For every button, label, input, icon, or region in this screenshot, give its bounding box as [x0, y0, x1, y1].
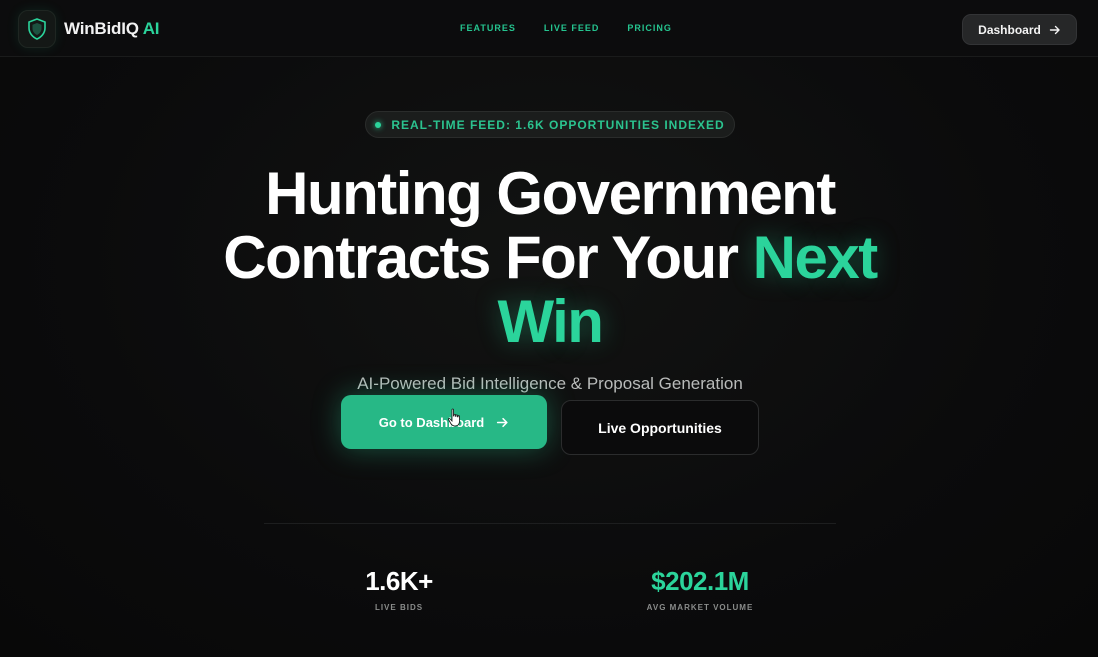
main-nav: FEATURES LIVE FEED PRICING: [460, 23, 672, 33]
headline-line-2-text: Contracts For Your: [223, 224, 739, 291]
go-to-dashboard-button[interactable]: Go to Dashboard: [341, 395, 547, 449]
headline-line-2: Contracts For Your Next: [100, 226, 1000, 290]
live-opportunities-label: Live Opportunities: [598, 419, 722, 436]
nav-live-feed[interactable]: LIVE FEED: [544, 23, 600, 33]
headline-accent-win: Win: [497, 288, 604, 355]
stat-label: LIVE BIDS: [374, 603, 424, 612]
section-divider: [264, 523, 836, 524]
nav-pricing[interactable]: PRICING: [627, 23, 672, 33]
headline-line-1: Hunting Government: [265, 160, 836, 227]
status-dot-icon: [375, 121, 382, 128]
go-to-dashboard-label: Go to Dashboard: [378, 414, 485, 430]
stat-label: AVG MARKET VOLUME: [646, 603, 754, 612]
badge-text: REAL-TIME FEED: 1.6K OPPORTUNITIES INDEX…: [391, 117, 725, 132]
realtime-feed-badge: REAL-TIME FEED: 1.6K OPPORTUNITIES INDEX…: [365, 111, 735, 138]
live-opportunities-button[interactable]: Live Opportunities: [561, 400, 759, 455]
landing-page: WinBidIQ AI FEATURES LIVE FEED PRICING Da…: [0, 0, 1098, 657]
hero-headline: Hunting Government Contracts For Your Ne…: [100, 162, 1000, 354]
stat-value: 1.6K+: [365, 566, 433, 596]
arrow-right-icon: [1049, 25, 1060, 34]
dashboard-button-label: Dashboard: [978, 22, 1041, 37]
pointer-cursor-icon: [448, 408, 460, 427]
dashboard-button[interactable]: Dashboard: [962, 14, 1077, 45]
stat-value: $202.1M: [651, 566, 749, 596]
nav-features[interactable]: FEATURES: [460, 23, 516, 33]
shield-icon: [18, 10, 56, 48]
arrow-right-icon: [497, 417, 508, 427]
stat-live-bids: 1.6K+ LIVE BIDS: [299, 566, 499, 612]
hero-subtitle: AI-Powered Bid Intelligence & Proposal G…: [357, 374, 743, 393]
brand-name: WinBidIQ AI: [64, 19, 160, 38]
headline-accent-next: Next: [752, 224, 879, 291]
brand[interactable]: WinBidIQ AI: [18, 10, 160, 48]
brand-ai-suffix: AI: [142, 19, 160, 38]
top-navigation-bar: WinBidIQ AI FEATURES LIVE FEED PRICING Da…: [0, 0, 1098, 57]
stat-avg-market-volume: $202.1M AVG MARKET VOLUME: [600, 566, 800, 612]
